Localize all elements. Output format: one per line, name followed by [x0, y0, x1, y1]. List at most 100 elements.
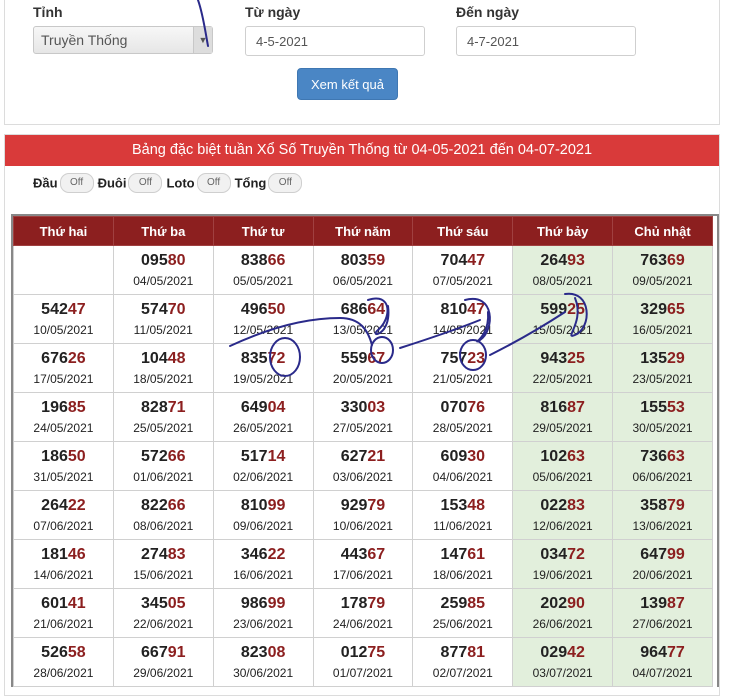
to-date-label: Đến ngày [456, 4, 520, 20]
number-tail: 87 [666, 595, 685, 612]
draw-date: 12/06/2021 [532, 519, 593, 533]
special-number: 59925 [513, 301, 612, 319]
to-date-input[interactable] [456, 26, 636, 56]
special-number: 83866 [214, 252, 313, 270]
result-cell: 02942 03/07/2021 [512, 637, 614, 687]
draw-date: 30/05/2021 [632, 421, 693, 435]
result-cell: 82266 08/06/2021 [112, 490, 214, 540]
draw-date: 28/05/2021 [432, 421, 493, 435]
option-toggle[interactable]: Off [128, 173, 163, 193]
number-head: 704 [440, 252, 468, 269]
number-head: 264 [41, 497, 68, 514]
day-header: Thứ tư [212, 216, 314, 246]
number-tail: 90 [567, 595, 585, 612]
draw-date: 30/06/2021 [233, 666, 294, 680]
from-date-input[interactable] [245, 26, 425, 56]
result-cell: 19685 24/05/2021 [13, 392, 114, 442]
number-tail: 70 [167, 301, 186, 318]
number-head: 443 [340, 546, 368, 563]
table-row: 18146 14/06/2021 27483 15/06/2021 34622 16/06… [13, 539, 713, 589]
special-number: 10263 [513, 448, 612, 466]
number-tail: 64 [367, 301, 386, 318]
number-tail: 14 [267, 448, 286, 465]
draw-date: 22/06/2021 [133, 617, 194, 631]
draw-date: 23/06/2021 [233, 617, 294, 631]
result-cell: 15348 11/06/2021 [412, 490, 514, 540]
number-head: 822 [141, 497, 168, 514]
draw-date: 06/06/2021 [632, 470, 693, 484]
result-cell: 13529 23/05/2021 [612, 343, 713, 393]
number-tail: 53 [666, 399, 685, 416]
results-table-wrapper: Thứ hai Thứ ba Thứ tư Thứ năm Thứ sáu Thứ bảy… [11, 214, 719, 687]
number-tail: 08 [267, 644, 286, 661]
draw-date: 21/05/2021 [432, 372, 493, 386]
number-tail: 21 [367, 448, 386, 465]
special-number: 82308 [214, 644, 313, 662]
special-number: 98699 [214, 595, 313, 613]
result-cell: 51714 02/06/2021 [212, 441, 314, 491]
results-table: Thứ hai Thứ ba Thứ tư Thứ năm Thứ sáu Thứ bảy… [13, 216, 713, 687]
result-cell: 02283 12/06/2021 [512, 490, 614, 540]
special-number: 60930 [413, 448, 512, 466]
option-toggle[interactable]: Off [59, 173, 94, 193]
number-head: 029 [540, 644, 568, 661]
number-head: 929 [340, 497, 368, 514]
special-number: 02283 [513, 497, 612, 515]
special-number: 64904 [214, 399, 313, 417]
number-tail: 76 [467, 399, 486, 416]
result-cell: 07076 28/05/2021 [412, 392, 514, 442]
result-cell: 17879 24/06/2021 [312, 588, 414, 638]
results-panel: Bảng đặc biệt tuần Xổ Số Truyền Thống từ… [4, 134, 720, 696]
number-head: 816 [540, 399, 568, 416]
result-cell: 87781 02/07/2021 [412, 637, 514, 687]
table-row: 60141 21/06/2021 34505 22/06/2021 98699 23/06… [13, 588, 713, 638]
number-tail: 50 [67, 448, 86, 465]
draw-date: 07/05/2021 [432, 274, 493, 288]
option-toggle[interactable]: Off [196, 173, 231, 193]
result-cell: 81047 14/05/2021 [412, 294, 514, 344]
number-tail: 29 [666, 350, 685, 367]
draw-date: 14/06/2021 [33, 568, 94, 582]
draw-date: 21/06/2021 [33, 617, 94, 631]
number-head: 153 [440, 497, 468, 514]
draw-date: 09/06/2021 [233, 519, 294, 533]
number-head: 329 [640, 301, 667, 318]
draw-date: 27/05/2021 [332, 421, 393, 435]
number-head: 810 [440, 301, 468, 318]
number-head: 181 [41, 546, 68, 563]
option-label: Đầu [33, 175, 58, 191]
view-results-button[interactable]: Xem kết quả [297, 68, 398, 100]
number-tail: 80 [167, 252, 186, 269]
table-header-row: Thứ hai Thứ ba Thứ tư Thứ năm Thứ sáu Thứ bảy… [13, 216, 713, 246]
number-head: 627 [340, 448, 368, 465]
option-label: Đuôi [97, 175, 127, 191]
result-cell: 32965 16/05/2021 [612, 294, 713, 344]
number-tail: 69 [666, 252, 685, 269]
number-head: 649 [240, 399, 268, 416]
number-head: 542 [41, 301, 68, 318]
draw-date: 02/07/2021 [432, 666, 493, 680]
number-head: 147 [440, 546, 468, 563]
province-select[interactable]: Truyền Thống ▼ [33, 26, 213, 54]
result-cell: 81687 29/05/2021 [512, 392, 614, 442]
special-number: 81047 [413, 301, 512, 319]
number-head: 667 [141, 644, 168, 661]
result-cell: 20290 26/06/2021 [512, 588, 614, 638]
option-0: Đầu Off [33, 173, 94, 193]
result-cell: 76369 09/05/2021 [612, 245, 713, 295]
draw-date: 17/06/2021 [332, 568, 393, 582]
special-number: 02942 [513, 644, 612, 662]
draw-date: 26/06/2021 [532, 617, 593, 631]
result-cell: 62721 03/06/2021 [312, 441, 414, 491]
number-tail: 83 [567, 497, 585, 514]
result-cell: 75723 21/05/2021 [412, 343, 514, 393]
result-cell: 15553 30/05/2021 [612, 392, 713, 442]
option-toggle[interactable]: Off [268, 173, 303, 193]
number-tail: 66 [267, 252, 286, 269]
number-head: 599 [540, 301, 568, 318]
special-number: 34622 [214, 546, 313, 564]
number-tail: 58 [67, 644, 86, 661]
number-tail: 63 [567, 448, 585, 465]
draw-date: 15/05/2021 [532, 323, 593, 337]
special-number: 55967 [314, 350, 413, 368]
